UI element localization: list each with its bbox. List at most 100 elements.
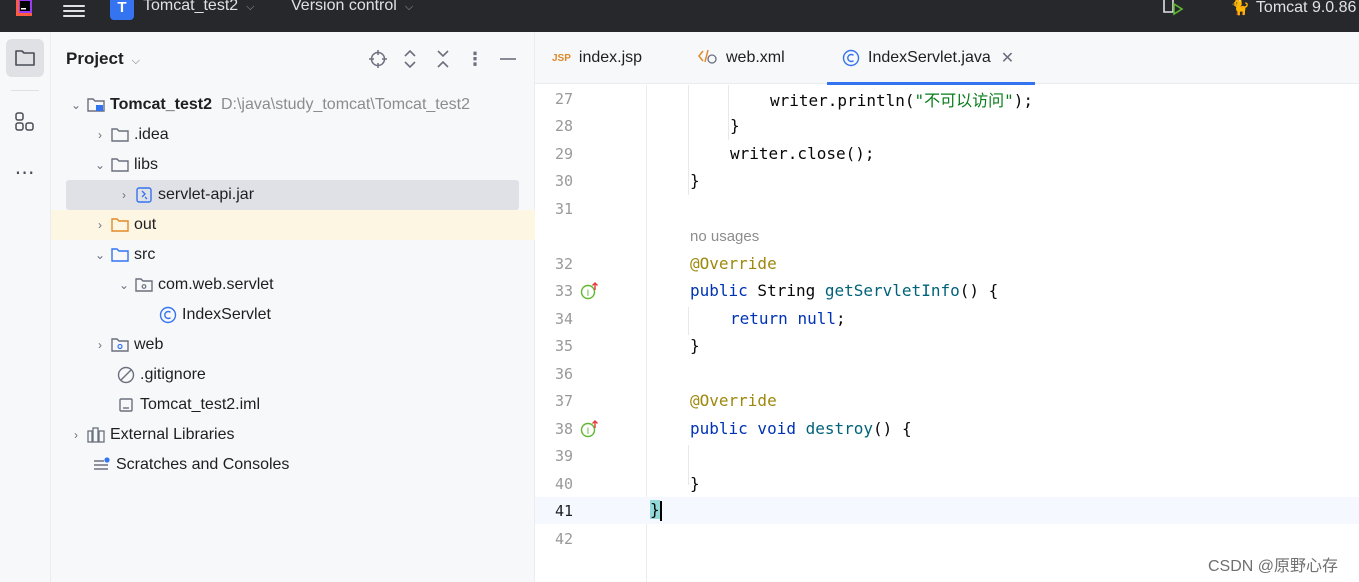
chevron-right-icon[interactable]: ›	[68, 428, 84, 442]
code-line: 35 }	[535, 332, 1359, 359]
tree-node-label: com.web.servlet	[158, 276, 274, 293]
tree-node-class[interactable]: IndexServlet	[51, 300, 535, 330]
project-panel-title: Project	[66, 49, 124, 68]
line-number: 36	[554, 364, 573, 383]
structure-tool-button[interactable]	[6, 103, 44, 141]
tree-node-folder[interactable]: ⌄ libs	[51, 150, 535, 180]
line-number: 42	[554, 529, 573, 548]
implements-method-icon[interactable]: I	[580, 419, 600, 439]
editor-tabs: JSP index.jsp web.xml IndexServlet.java …	[535, 32, 1359, 85]
code-line: 33 I public String getServletInfo() {	[535, 277, 1359, 304]
chevron-down-icon[interactable]: ⌄	[68, 98, 84, 112]
line-number: 37	[554, 391, 573, 410]
structure-icon	[15, 112, 34, 131]
jar-icon	[134, 185, 154, 205]
tree-node-jar[interactable]: › servlet-api.jar	[51, 180, 535, 210]
code-text: }	[690, 171, 700, 190]
implements-method-icon[interactable]: I	[580, 281, 600, 301]
tree-node-label: Scratches and Consoles	[116, 456, 290, 473]
tree-node-label: libs	[134, 156, 159, 173]
code-text: public void destroy() {	[690, 419, 912, 438]
code-text: }	[650, 500, 662, 521]
tree-node-package[interactable]: ⌄ com.web.servlet	[51, 270, 535, 300]
chevron-right-icon[interactable]: ›	[92, 218, 108, 232]
chevron-down-icon[interactable]: ⌄	[92, 248, 108, 262]
matched-brace: }	[650, 500, 660, 520]
line-number: 32	[554, 254, 573, 273]
inlay-hint-line: no usages	[535, 223, 1359, 250]
version-control-menu[interactable]: Version control ⌵	[291, 0, 413, 15]
chevron-right-icon[interactable]: ›	[116, 188, 132, 202]
tab-index-jsp[interactable]: JSP index.jsp	[552, 32, 642, 84]
project-tool-button[interactable]	[6, 39, 44, 77]
project-panel: Project ⌵ ⋮ ⌄ Tomcat_test2 D:\java\study_…	[51, 32, 535, 582]
project-view-selector[interactable]: Project ⌵	[66, 49, 140, 69]
line-number: 38	[554, 419, 573, 438]
version-control-label: Version control	[291, 0, 397, 14]
select-opened-file-icon[interactable]	[367, 48, 389, 70]
tree-node-label: servlet-api.jar	[158, 186, 255, 203]
main-menu-icon[interactable]	[63, 2, 85, 20]
tree-node-label: .idea	[134, 126, 169, 143]
expand-all-icon[interactable]	[399, 48, 421, 70]
svg-text:I: I	[587, 427, 590, 437]
tab-web-xml[interactable]: web.xml	[698, 32, 785, 84]
no-usages-hint[interactable]: no usages	[690, 228, 759, 245]
options-vertical-icon[interactable]: ⋮	[464, 48, 486, 70]
ignore-file-icon	[116, 365, 136, 385]
code-line: 31	[535, 195, 1359, 222]
code-line: 30 }	[535, 167, 1359, 194]
line-number: 39	[554, 446, 573, 465]
package-icon	[134, 275, 154, 295]
line-number: 40	[554, 474, 573, 493]
collapse-all-icon[interactable]	[432, 48, 454, 70]
code-text: }	[690, 336, 700, 355]
line-number: 34	[554, 309, 573, 328]
code-line: 29 writer.close();	[535, 140, 1359, 167]
class-icon	[158, 305, 178, 325]
module-folder-icon	[86, 95, 106, 115]
code-editor[interactable]: 27 writer.println("不可以访问"); 28 } 29 writ…	[535, 85, 1359, 582]
chevron-down-icon[interactable]: ⌄	[116, 278, 132, 292]
tree-node-scratches[interactable]: Scratches and Consoles	[51, 450, 535, 480]
intellij-logo-icon[interactable]	[12, 0, 36, 18]
close-icon[interactable]: ✕	[1001, 48, 1014, 68]
project-panel-header: Project ⌵ ⋮	[51, 32, 535, 88]
scratches-icon	[92, 455, 112, 475]
project-switcher[interactable]: Tomcat_test2 ⌵	[143, 0, 255, 15]
tree-node-label: Tomcat_test2.iml	[140, 396, 261, 413]
tab-label: IndexServlet.java	[868, 49, 991, 66]
tree-node-module[interactable]: ⌄ Tomcat_test2 D:\java\study_tomcat\Tomc…	[51, 90, 535, 120]
folder-icon	[110, 125, 130, 145]
code-text: public String getServletInfo() {	[690, 281, 999, 300]
chevron-right-icon[interactable]: ›	[92, 338, 108, 352]
folder-icon	[15, 50, 35, 66]
code-line: 27 writer.println("不可以访问");	[535, 85, 1359, 112]
tree-node-file[interactable]: Tomcat_test2.iml	[51, 390, 535, 420]
hide-panel-icon[interactable]	[497, 48, 519, 70]
tab-indexservlet-java[interactable]: IndexServlet.java ✕	[827, 32, 1035, 85]
tree-node-folder[interactable]: › out	[51, 210, 535, 240]
chevron-down-icon: ⌵	[246, 1, 255, 13]
code-line: 42	[535, 525, 1359, 552]
tree-node-folder[interactable]: ⌄ src	[51, 240, 535, 270]
code-text: return null;	[730, 309, 846, 328]
tree-node-folder[interactable]: › web	[51, 330, 535, 360]
project-badge[interactable]: T	[110, 0, 134, 20]
chevron-right-icon[interactable]: ›	[92, 128, 108, 142]
tree-node-libraries[interactable]: › External Libraries	[51, 420, 535, 450]
tree-node-label: IndexServlet	[182, 306, 271, 323]
run-widget-icon[interactable]	[1160, 0, 1186, 20]
project-name: Tomcat_test2	[143, 0, 239, 14]
tree-node-file[interactable]: .gitignore	[51, 360, 535, 390]
tomcat-icon: 🐈	[1230, 0, 1250, 16]
line-number: 30	[554, 171, 573, 190]
tree-node-folder[interactable]: › .idea	[51, 120, 535, 150]
line-number: 33	[554, 281, 573, 300]
tree-node-label: web	[134, 336, 164, 353]
chevron-down-icon[interactable]: ⌄	[92, 158, 108, 172]
more-tools-button[interactable]: ⋯	[6, 153, 44, 191]
run-configuration-label: Tomcat 9.0.86	[1255, 0, 1357, 16]
code-text: @Override	[690, 391, 777, 410]
run-configuration-selector[interactable]: 🐈 Tomcat 9.0.86	[1230, 0, 1356, 17]
